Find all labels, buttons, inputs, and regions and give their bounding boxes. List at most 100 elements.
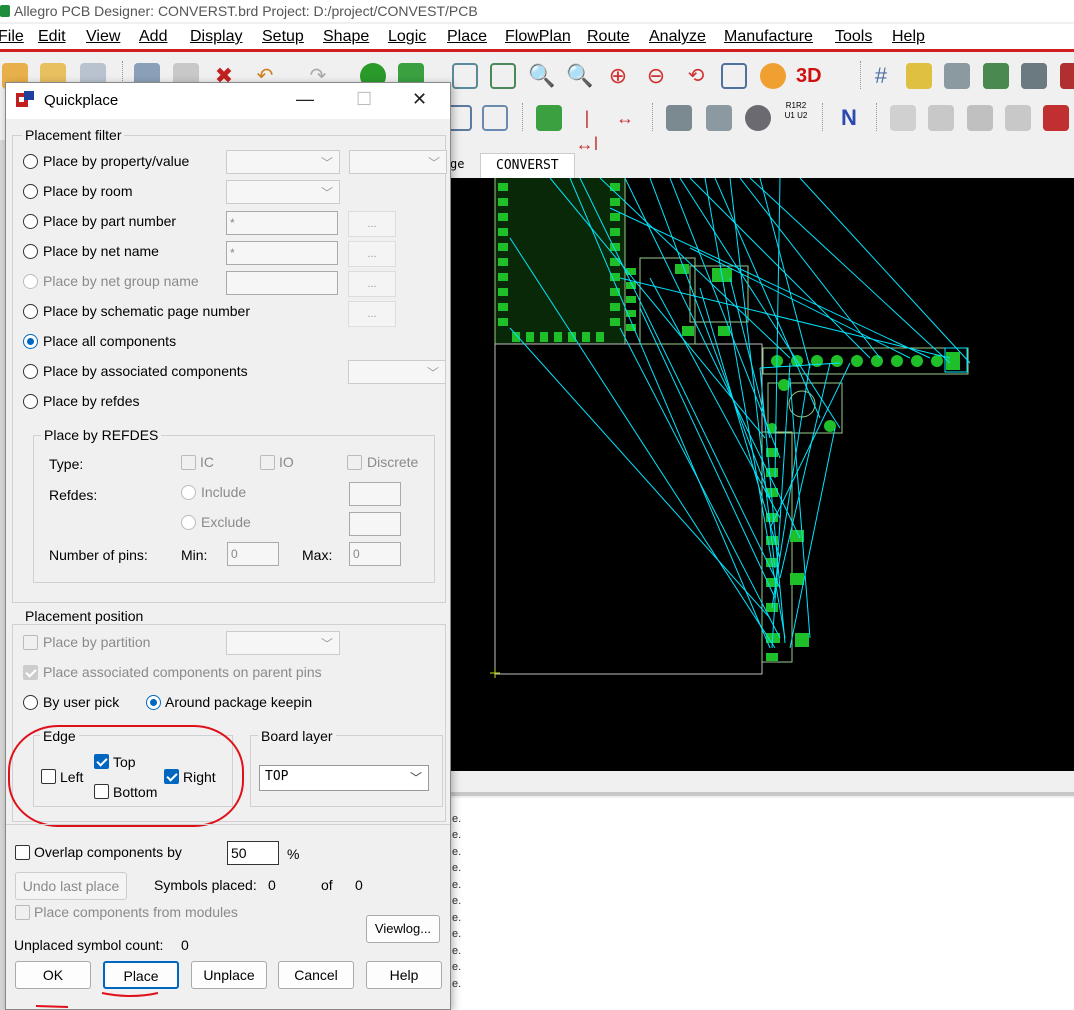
window-select-icon[interactable] (482, 105, 508, 131)
shape-stack-icon[interactable] (983, 63, 1009, 89)
zoom-out-icon[interactable]: ⊖ (643, 63, 669, 89)
camera-icon[interactable] (745, 105, 771, 131)
checkbox-ic[interactable] (181, 455, 196, 470)
zoom-in-icon[interactable]: ⊕ (605, 63, 631, 89)
annotation-underlines (35, 992, 159, 1008)
max-pins-input[interactable]: 0 (349, 542, 401, 566)
radio-net-name[interactable] (23, 244, 38, 259)
3d-view-icon[interactable]: 3D (796, 63, 836, 89)
scrollbar-thumb[interactable] (450, 792, 1074, 796)
redraw-icon[interactable] (760, 63, 786, 89)
zoom-world-icon[interactable] (721, 63, 747, 89)
maximize-button[interactable]: ☐ (356, 89, 372, 110)
close-button[interactable]: ✕ (412, 89, 427, 110)
radio-exclude[interactable] (181, 515, 196, 530)
menu-logic[interactable]: Logic (388, 28, 426, 46)
color-palette-icon[interactable] (906, 63, 932, 89)
radio-schematic-page[interactable] (23, 304, 38, 319)
unplaced-count-label: Unplaced symbol count: (14, 937, 164, 953)
pen-icon[interactable] (1043, 105, 1069, 131)
menu-route[interactable]: Route (587, 28, 630, 46)
checkbox-overlap[interactable] (15, 845, 30, 860)
radio-property-value[interactable] (23, 154, 38, 169)
room-select[interactable]: ﹀ (226, 180, 340, 204)
dialog-title-bar[interactable]: Quickplace — ☐ ✕ (6, 83, 450, 119)
drawing-2-icon[interactable] (928, 105, 954, 131)
schematic-page-browse-button[interactable]: ... (348, 301, 396, 327)
net-group-browse-button[interactable]: ... (348, 271, 396, 297)
viewlog-button[interactable]: Viewlog... (366, 915, 440, 943)
canvas-horizontal-scrollbar[interactable] (450, 771, 1074, 796)
include-input[interactable] (349, 482, 401, 506)
grid-icon[interactable]: # (868, 63, 894, 89)
cancel-button[interactable]: Cancel (278, 961, 354, 989)
part-number-input[interactable]: * (226, 211, 338, 235)
ratsnest-icon[interactable]: N (836, 105, 862, 131)
drawing-3-icon[interactable] (967, 105, 993, 131)
checkbox-io[interactable] (260, 455, 275, 470)
menu-edit[interactable]: Edit (38, 28, 66, 46)
menu-add[interactable]: Add (139, 28, 167, 46)
menu-display[interactable]: Display (190, 28, 242, 46)
help-button[interactable]: Help (366, 961, 442, 989)
radio-all-components[interactable] (23, 334, 38, 349)
value-select[interactable]: ﹀ (349, 150, 447, 174)
radio-associated-components[interactable] (23, 364, 38, 379)
radio-include[interactable] (181, 485, 196, 500)
zoom-fit-icon[interactable]: 🔍 (528, 63, 555, 89)
refdes-rename-icon[interactable]: R1R2 U1 U2 (783, 101, 809, 127)
measure-icon[interactable]: ↔ (612, 105, 638, 131)
menu-manufacture[interactable]: Manufacture (724, 28, 813, 46)
net-name-browse-button[interactable]: ... (348, 241, 396, 267)
checkbox-assoc-parent[interactable] (23, 665, 38, 680)
minimize-button[interactable]: — (296, 89, 314, 110)
radio-around-keepin[interactable] (146, 695, 161, 710)
menu-help[interactable]: Help (892, 28, 925, 46)
net-group-input[interactable] (226, 271, 338, 295)
menu-shape[interactable]: Shape (323, 28, 369, 46)
part-number-browse-button[interactable]: ... (348, 211, 396, 237)
refdes-group-label: Place by REFDES (41, 427, 162, 443)
swap-icon[interactable] (666, 105, 692, 131)
radio-room[interactable] (23, 184, 38, 199)
menu-analyze[interactable]: Analyze (649, 28, 706, 46)
radio-part-number[interactable] (23, 214, 38, 229)
menu-setup[interactable]: Setup (262, 28, 304, 46)
component-icon[interactable] (536, 105, 562, 131)
layers-icon[interactable] (944, 63, 970, 89)
toolbar-more-icon[interactable] (1060, 63, 1074, 89)
grid-select-icon[interactable] (490, 63, 516, 89)
radio-net-group[interactable] (23, 274, 38, 289)
associated-select[interactable]: ﹀ (348, 360, 446, 384)
checkbox-from-modules[interactable] (15, 905, 30, 920)
undo-last-place-button[interactable]: Undo last place (15, 872, 127, 900)
dimension-icon[interactable]: |↔| (574, 105, 600, 154)
menu-tools[interactable]: Tools (835, 28, 872, 46)
radio-refdes[interactable] (23, 394, 38, 409)
pcb-canvas[interactable] (450, 178, 1074, 771)
drawing-icon[interactable] (890, 105, 916, 131)
board-layer-select[interactable]: TOP ﹀ (259, 765, 429, 791)
property-select[interactable]: ﹀ (226, 150, 340, 174)
unplaced-count-value: 0 (181, 937, 189, 953)
cm-icon[interactable] (1021, 63, 1047, 89)
menu-place[interactable]: Place (447, 28, 487, 46)
zoom-previous-icon[interactable]: ⟲ (683, 63, 709, 89)
zoom-window-icon[interactable]: 🔍 (566, 63, 593, 89)
tab-converst[interactable]: CONVERST (480, 153, 575, 178)
menu-view[interactable]: View (86, 28, 120, 46)
partition-select[interactable]: ﹀ (226, 631, 340, 655)
radio-user-pick[interactable] (23, 695, 38, 710)
overlap-input[interactable]: 50 (227, 841, 279, 865)
drawing-4-icon[interactable] (1005, 105, 1031, 131)
checkbox-partition[interactable] (23, 635, 38, 650)
menu-flowplan[interactable]: FlowPlan (505, 28, 571, 46)
checkbox-discrete[interactable] (347, 455, 362, 470)
grid-view-icon[interactable] (452, 63, 478, 89)
net-name-input[interactable]: * (226, 241, 338, 265)
min-pins-input[interactable]: 0 (227, 542, 279, 566)
label-refdes: Place by refdes (43, 393, 140, 409)
align-icon[interactable] (706, 105, 732, 131)
exclude-input[interactable] (349, 512, 401, 536)
menu-file[interactable]: File (0, 28, 24, 46)
